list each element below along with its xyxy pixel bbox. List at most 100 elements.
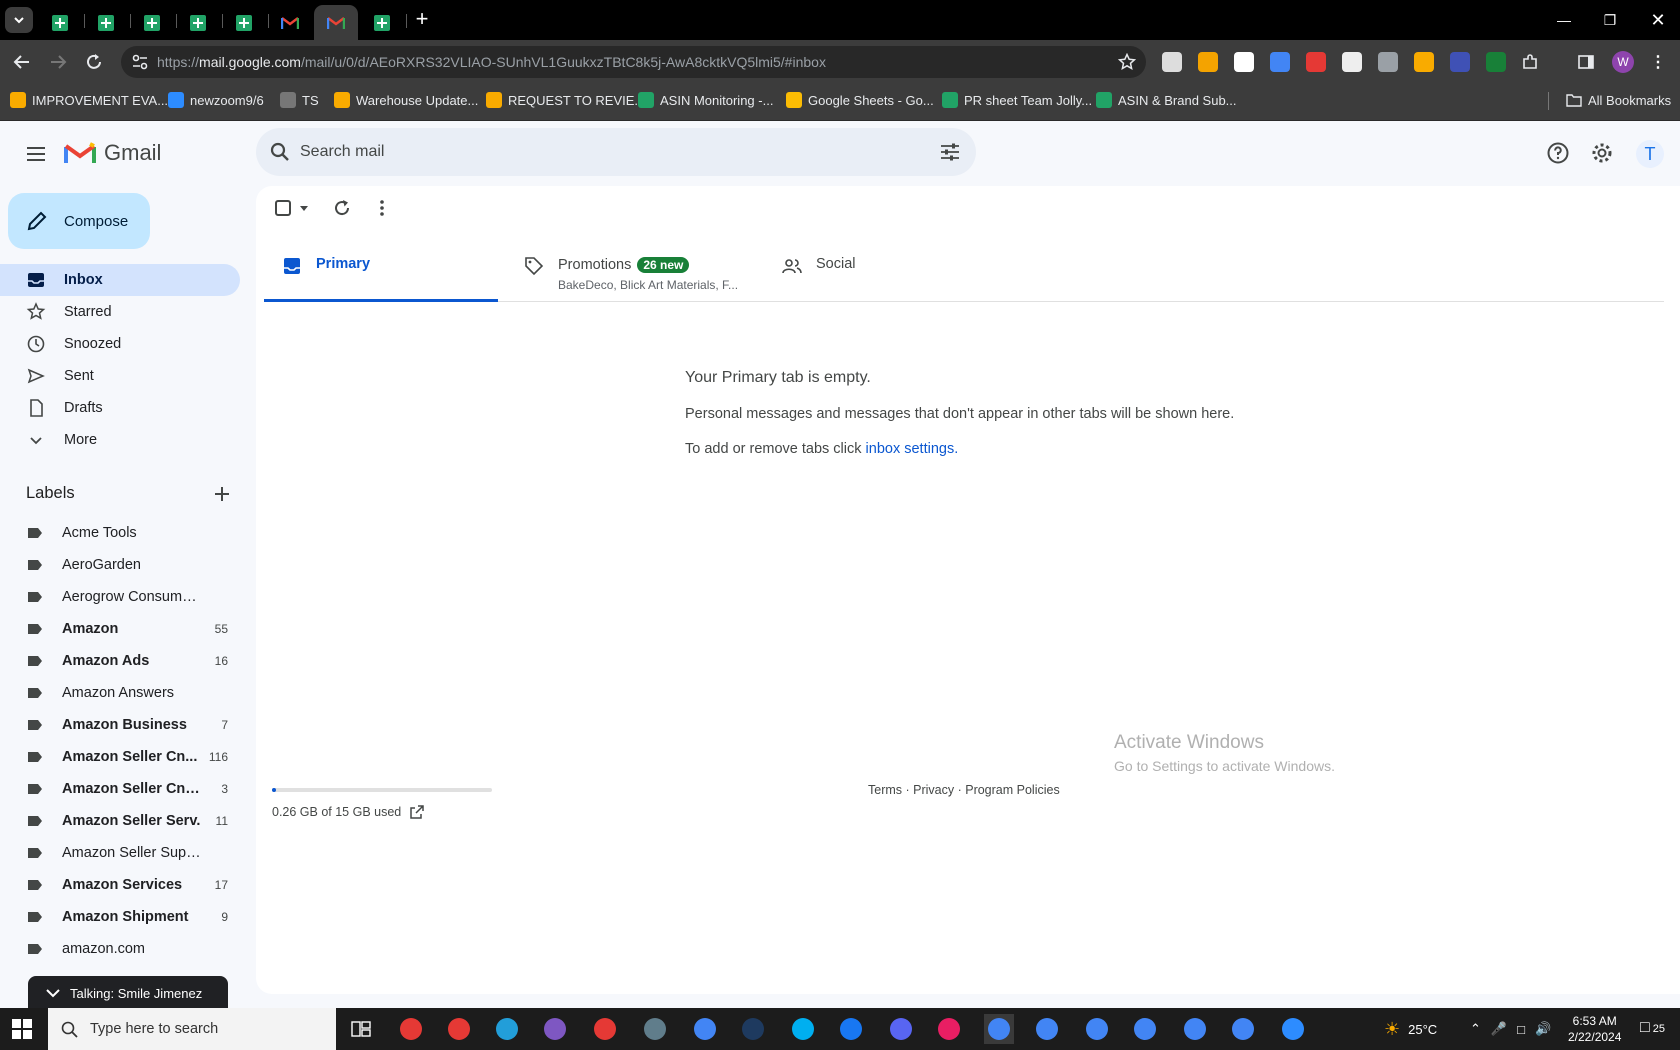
forward-button[interactable] [44, 48, 72, 76]
browser-tab[interactable] [130, 5, 174, 40]
nav-item-more[interactable]: More [0, 424, 240, 456]
bookmark-item[interactable]: IMPROVEMENT EVA... [10, 84, 168, 116]
microphone-icon[interactable]: 🎤 [1491, 1021, 1507, 1037]
taskbar-app-icon[interactable] [540, 1014, 570, 1044]
bookmark-item[interactable]: PR sheet Team Jolly... [942, 84, 1092, 116]
address-bar[interactable]: https://mail.google.com/mail/u/0/d/AEoRX… [121, 46, 1146, 78]
taskbar-app-icon[interactable] [1228, 1014, 1258, 1044]
taskbar-app-icon[interactable] [1032, 1014, 1062, 1044]
extension-icon[interactable] [1378, 52, 1398, 72]
select-all-checkbox[interactable] [274, 196, 310, 220]
notification-center[interactable]: □ 25 [1640, 1019, 1665, 1037]
bookmark-item[interactable]: newzoom9/6 [168, 84, 264, 116]
minimize-button[interactable]: — [1552, 8, 1576, 32]
extension-icon[interactable] [1306, 52, 1326, 72]
label-item[interactable]: Aerogrow Consumer Se... [0, 581, 240, 613]
chat-status-bar[interactable]: Talking: Smile Jimenez [28, 976, 228, 1010]
label-item[interactable]: Amazon Services 17 [0, 869, 240, 901]
nav-item-snoozed[interactable]: Snoozed [0, 328, 240, 360]
windows-start-icon[interactable] [12, 1019, 32, 1039]
tray-overflow-icon[interactable]: ⌃ [1470, 1021, 1481, 1037]
browser-tab-active[interactable] [314, 5, 358, 40]
taskbar-search-box[interactable]: Type here to search [48, 1008, 336, 1050]
label-item[interactable]: Amazon Shipment 9 [0, 901, 240, 933]
bookmark-item[interactable]: TS [280, 84, 319, 116]
taskbar-app-icon[interactable] [590, 1014, 620, 1044]
label-item[interactable]: Amazon Seller Cn... 116 [0, 741, 240, 773]
bookmark-item[interactable]: Warehouse Update... [334, 84, 478, 116]
browser-tab[interactable] [176, 5, 220, 40]
nav-item-inbox[interactable]: Inbox [0, 264, 240, 296]
nav-item-drafts[interactable]: Drafts [0, 392, 240, 424]
bookmark-item[interactable]: ASIN Monitoring -... [638, 84, 773, 116]
browser-tab[interactable] [38, 5, 82, 40]
restore-button[interactable]: ❐ [1598, 8, 1622, 32]
nav-item-sent[interactable]: Sent [0, 360, 240, 392]
taskbar-app-icon[interactable] [886, 1014, 916, 1044]
account-avatar[interactable]: T [1636, 140, 1664, 168]
extension-icon[interactable] [1162, 52, 1182, 72]
bookmark-star-icon[interactable] [1118, 53, 1136, 71]
taskbar-app-icon[interactable] [1278, 1014, 1308, 1044]
label-item[interactable]: Amazon Seller Serv. 11 [0, 805, 240, 837]
label-item[interactable]: Amazon Business 7 [0, 709, 240, 741]
terms-link[interactable]: Terms [868, 783, 902, 797]
browser-menu-icon[interactable]: ⋮ [1648, 52, 1668, 72]
extension-icon[interactable] [1414, 52, 1434, 72]
bookmark-item[interactable]: ASIN & Brand Sub... [1096, 84, 1237, 116]
all-bookmarks-button[interactable]: All Bookmarks [1566, 84, 1671, 116]
taskbar-app-icon[interactable] [492, 1014, 522, 1044]
extension-icon[interactable] [1450, 52, 1470, 72]
taskbar-app-icon[interactable] [640, 1014, 670, 1044]
compose-button[interactable]: Compose [8, 193, 150, 249]
refresh-button[interactable] [332, 196, 352, 220]
search-options-icon[interactable] [938, 140, 962, 164]
extension-icon[interactable] [1198, 52, 1218, 72]
label-item[interactable]: amazon.com [0, 933, 240, 965]
label-item[interactable]: Acme Tools [0, 517, 240, 549]
label-item[interactable]: Amazon Answers [0, 677, 240, 709]
settings-gear-icon[interactable] [1590, 141, 1614, 165]
extension-icon[interactable] [1486, 52, 1506, 72]
extensions-puzzle-icon[interactable] [1520, 52, 1540, 72]
nav-item-starred[interactable]: Starred [0, 296, 240, 328]
more-options-button[interactable] [372, 196, 392, 220]
taskbar-app-icon[interactable] [396, 1014, 426, 1044]
search-input[interactable] [300, 128, 900, 176]
browser-tab[interactable] [222, 5, 266, 40]
new-tab-button[interactable]: + [410, 8, 434, 32]
gmail-logo[interactable]: Gmail [64, 140, 161, 166]
taskbar-app-icon[interactable] [738, 1014, 768, 1044]
program-policies-link[interactable]: Program Policies [965, 783, 1059, 797]
close-window-button[interactable]: ✕ [1646, 8, 1670, 32]
tab-primary[interactable]: Primary [264, 240, 498, 302]
help-icon[interactable] [1546, 141, 1570, 165]
taskbar-app-icon[interactable] [934, 1014, 964, 1044]
tab-social[interactable]: Social [782, 240, 1022, 302]
label-item[interactable]: AeroGarden [0, 549, 240, 581]
bookmark-item[interactable]: REQUEST TO REVIE... [486, 84, 645, 116]
extension-icon[interactable] [1270, 52, 1290, 72]
open-in-new-icon[interactable] [409, 804, 425, 820]
browser-tab[interactable] [360, 5, 404, 40]
taskbar-app-icon[interactable] [1130, 1014, 1160, 1044]
side-panel-icon[interactable] [1576, 52, 1596, 72]
network-icon[interactable]: □ [1517, 1022, 1525, 1037]
task-view-icon[interactable] [346, 1014, 376, 1044]
taskbar-app-icon[interactable] [690, 1014, 720, 1044]
browser-tab[interactable] [268, 5, 312, 40]
label-item[interactable]: Amazon 55 [0, 613, 240, 645]
speaker-icon[interactable]: 🔊 [1535, 1021, 1551, 1037]
label-item[interactable]: Amazon Ads 16 [0, 645, 240, 677]
main-menu-icon[interactable] [24, 142, 48, 166]
tab-promotions[interactable]: Promotions 26 new BakeDeco, Blick Art Mat… [524, 240, 764, 302]
privacy-link[interactable]: Privacy [913, 783, 954, 797]
extension-icon[interactable] [1342, 52, 1362, 72]
label-item[interactable]: Amazon Seller Support [0, 837, 240, 869]
bookmark-item[interactable]: Google Sheets - Go... [786, 84, 934, 116]
inbox-settings-link[interactable]: inbox settings. [866, 441, 959, 457]
back-button[interactable] [8, 48, 36, 76]
taskbar-clock[interactable]: 6:53 AM 2/22/2024 [1568, 1013, 1621, 1045]
add-label-plus-icon[interactable] [212, 484, 232, 504]
weather-widget[interactable]: ☀ 25°C [1384, 1008, 1437, 1050]
